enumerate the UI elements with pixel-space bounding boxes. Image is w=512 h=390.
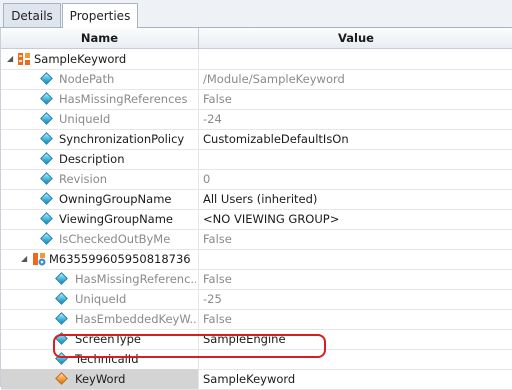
property-name: IsCheckedOutByMe	[59, 232, 171, 246]
property-row[interactable]: HasMissingReferenc... False	[1, 269, 512, 290]
property-value: False	[203, 92, 232, 106]
property-value: /Module/SampleKeyword	[203, 72, 345, 86]
diamond-icon	[40, 212, 53, 225]
property-name: SynchronizationPolicy	[59, 132, 185, 146]
property-name: TechnicalId	[75, 352, 139, 366]
property-value[interactable]: SampleEngine	[199, 329, 512, 349]
property-value: False	[203, 272, 232, 286]
property-name: Description	[59, 152, 125, 166]
property-row[interactable]: UniqueId -25	[1, 289, 512, 310]
property-value[interactable]: <NO VIEWING GROUP>	[199, 209, 512, 229]
property-name-cell[interactable]: Revision	[1, 169, 199, 189]
property-name-cell[interactable]: OwningGroupName	[1, 189, 199, 209]
property-row[interactable]: SynchronizationPolicy CustomizableDefault…	[1, 129, 512, 150]
diamond-icon	[40, 72, 53, 85]
property-row[interactable]: HasEmbeddedKeyW... False	[1, 309, 512, 330]
property-value: -24	[203, 112, 222, 126]
diamond-icon	[40, 152, 53, 165]
gear-node-icon	[33, 253, 46, 266]
diamond-icon	[55, 352, 68, 365]
tab-bar: Details Properties	[0, 0, 512, 28]
column-header-name[interactable]: Name	[1, 28, 199, 48]
property-name: ScreenType	[75, 332, 141, 346]
orange-diamond-icon	[55, 372, 68, 385]
property-value[interactable]	[199, 149, 512, 169]
property-row[interactable]: UniqueId -24	[1, 109, 512, 130]
diamond-icon	[40, 92, 53, 105]
property-name: HasMissingReferences	[59, 92, 188, 106]
property-value: -25	[203, 292, 222, 306]
diamond-icon	[55, 272, 68, 285]
property-name-cell[interactable]: KeyWord	[1, 369, 199, 389]
property-value: 0	[203, 172, 211, 186]
property-value[interactable]: SampleKeyword	[199, 369, 512, 389]
property-name: HasMissingReferenc...	[75, 272, 196, 286]
property-row[interactable]: OwningGroupName All Users (inherited)	[1, 189, 512, 210]
column-header-value[interactable]: Value	[199, 28, 512, 48]
property-name-cell[interactable]: TechnicalId	[1, 349, 199, 369]
property-name-cell[interactable]: UniqueId	[1, 109, 199, 129]
collapse-toggle-icon[interactable]: ◢	[21, 249, 27, 269]
property-name-cell[interactable]: UniqueId	[1, 289, 199, 309]
keyword-node-icon	[18, 53, 30, 65]
property-name: HasEmbeddedKeyW...	[75, 312, 196, 326]
property-row[interactable]: ViewingGroupName <NO VIEWING GROUP>	[1, 209, 512, 230]
diamond-icon	[40, 172, 53, 185]
property-grid: Name Value ◢ SampleKeyword NodePath/Modu…	[0, 28, 512, 390]
property-name: NodePath	[59, 72, 115, 86]
property-name-cell[interactable]: Description	[1, 149, 199, 169]
diamond-icon	[40, 132, 53, 145]
property-value[interactable]	[199, 349, 512, 369]
property-name-cell[interactable]: NodePath	[1, 69, 199, 89]
property-row[interactable]: NodePath/Module/SampleKeyword	[1, 69, 512, 90]
property-row[interactable]: Description	[1, 149, 512, 170]
property-value[interactable]: All Users (inherited)	[199, 189, 512, 209]
property-name-cell[interactable]: HasMissingReferences	[1, 89, 199, 109]
diamond-icon	[55, 292, 68, 305]
property-name: UniqueId	[59, 112, 111, 126]
diamond-icon	[55, 312, 68, 325]
property-name: ViewingGroupName	[59, 212, 174, 226]
property-value[interactable]: CustomizableDefaultIsOn	[199, 129, 512, 149]
diamond-icon	[40, 192, 53, 205]
property-value: False	[203, 312, 232, 326]
property-name: KeyWord	[75, 372, 126, 386]
tree-node-child[interactable]: ◢ M635599605950818736	[1, 249, 512, 270]
property-value: False	[203, 232, 232, 246]
property-name-cell[interactable]: HasMissingReferenc...	[1, 269, 199, 289]
tab-details[interactable]: Details	[3, 3, 61, 27]
diamond-icon	[40, 232, 53, 245]
property-name-cell[interactable]: HasEmbeddedKeyW...	[1, 309, 199, 329]
grid-header: Name Value	[1, 28, 512, 49]
property-row[interactable]: TechnicalId	[1, 349, 512, 370]
property-name: OwningGroupName	[59, 192, 172, 206]
property-name-cell[interactable]: IsCheckedOutByMe	[1, 229, 199, 249]
node-label: M635599605950818736	[49, 252, 191, 266]
node-label: SampleKeyword	[34, 52, 127, 66]
tab-properties[interactable]: Properties	[62, 3, 138, 28]
collapse-toggle-icon[interactable]: ◢	[7, 49, 13, 69]
property-row[interactable]: HasMissingReferences False	[1, 89, 512, 110]
property-name: Revision	[59, 172, 108, 186]
property-row[interactable]: IsCheckedOutByMe False	[1, 229, 512, 250]
diamond-icon	[55, 332, 68, 345]
property-row[interactable]: ScreenType SampleEngine	[1, 329, 512, 350]
property-name-cell[interactable]: ViewingGroupName	[1, 209, 199, 229]
property-row[interactable]: Revision 0	[1, 169, 512, 190]
tree-node-root[interactable]: ◢ SampleKeyword	[1, 49, 512, 70]
diamond-icon	[40, 112, 53, 125]
property-name: UniqueId	[75, 292, 127, 306]
property-name-cell[interactable]: SynchronizationPolicy	[1, 129, 199, 149]
property-name-cell[interactable]: ScreenType	[1, 329, 199, 349]
